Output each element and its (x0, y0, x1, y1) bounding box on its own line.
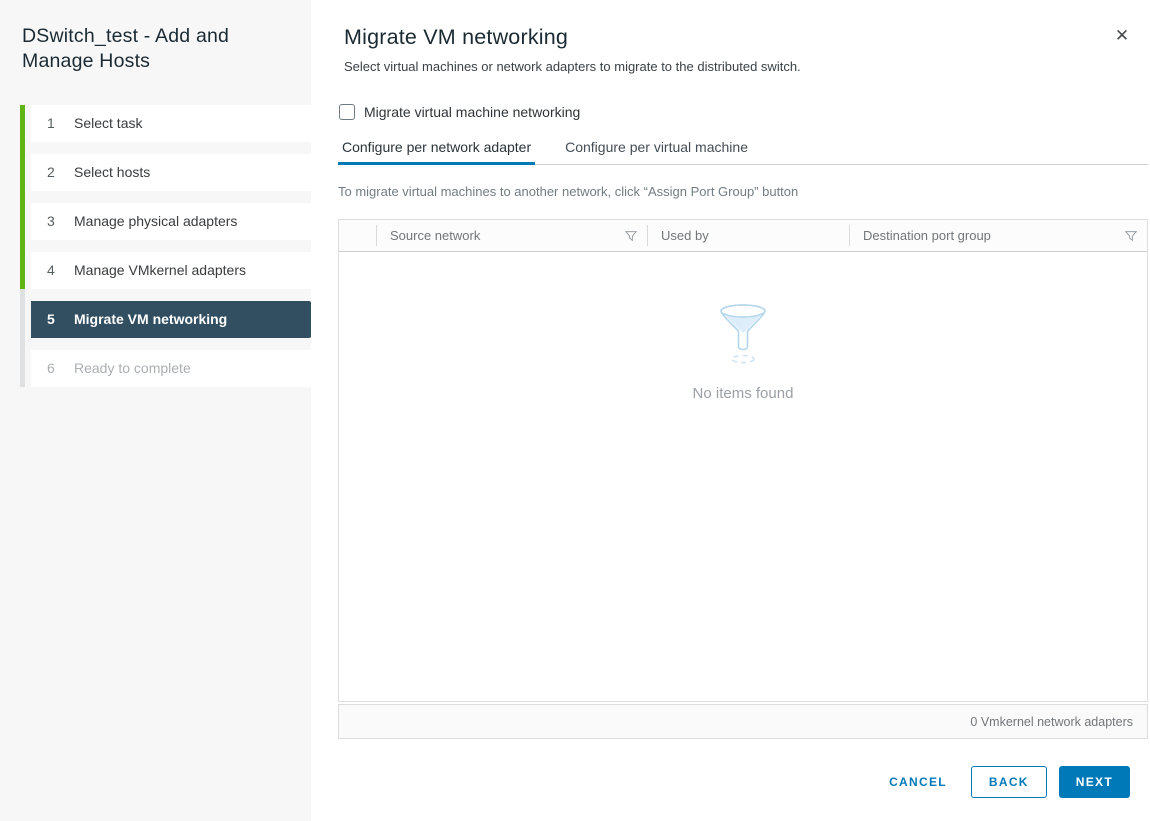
tab-configure-per-network-adapter[interactable]: Configure per network adapter (338, 139, 535, 165)
step-label: Manage physical adapters (74, 213, 237, 229)
step-label: Migrate VM networking (74, 311, 227, 327)
back-button[interactable]: BACK (971, 766, 1047, 798)
network-adapters-table: Source network Used by Destination port … (338, 219, 1148, 702)
step-number: 5 (47, 311, 61, 327)
page-subtitle: Select virtual machines or network adapt… (344, 59, 1150, 74)
tab-bar: Configure per network adapter Configure … (338, 139, 1148, 165)
step-number: 3 (47, 213, 61, 229)
table-header-row: Source network Used by Destination port … (339, 220, 1147, 252)
sidebar-step-manage-physical-adapters[interactable]: 3 Manage physical adapters (31, 203, 311, 240)
wizard-content: ✕ Migrate VM networking Select virtual m… (311, 0, 1150, 821)
empty-state: No items found (339, 302, 1147, 402)
next-button[interactable]: NEXT (1059, 766, 1130, 798)
step-number: 4 (47, 262, 61, 278)
table-header-used-by[interactable]: Used by (647, 220, 849, 251)
wizard-title: DSwitch_test - Add and Manage Hosts (0, 0, 311, 74)
sidebar-step-manage-vmkernel-adapters[interactable]: 4 Manage VMkernel adapters (31, 252, 311, 289)
migrate-networking-checkbox-label: Migrate virtual machine networking (364, 104, 580, 120)
step-label: Select hosts (74, 164, 150, 180)
step-label: Manage VMkernel adapters (74, 262, 246, 278)
table-header-destination-port-group[interactable]: Destination port group (849, 220, 1147, 251)
sidebar-step-ready-to-complete: 6 Ready to complete (31, 350, 311, 387)
page-title: Migrate VM networking (344, 25, 1150, 50)
migrate-networking-checkbox[interactable] (339, 104, 355, 120)
table-item-count: 0 Vmkernel network adapters (970, 715, 1133, 729)
wizard-actions: CANCEL BACK NEXT (311, 766, 1130, 798)
table-header-selector-column (339, 220, 376, 251)
empty-state-text: No items found (339, 385, 1147, 402)
step-label: Ready to complete (74, 360, 191, 376)
progress-rail-completed (20, 105, 25, 289)
empty-funnel-icon (718, 355, 768, 372)
table-body: No items found (339, 252, 1147, 701)
cancel-button[interactable]: CANCEL (877, 766, 959, 798)
sidebar-step-select-task[interactable]: 1 Select task (31, 105, 311, 142)
wizard-steps: 1 Select task 2 Select hosts 3 Manage ph… (0, 105, 311, 387)
sidebar-step-migrate-vm-networking[interactable]: 5 Migrate VM networking (31, 301, 311, 338)
close-icon[interactable]: ✕ (1110, 24, 1134, 48)
filter-icon[interactable] (625, 230, 637, 242)
step-number: 1 (47, 115, 61, 131)
migrate-networking-checkbox-row: Migrate virtual machine networking (339, 104, 1150, 120)
wizard-sidebar: DSwitch_test - Add and Manage Hosts 1 Se… (0, 0, 311, 821)
step-label: Select task (74, 115, 142, 131)
tab-configure-per-virtual-machine[interactable]: Configure per virtual machine (561, 139, 752, 165)
sidebar-step-select-hosts[interactable]: 2 Select hosts (31, 154, 311, 191)
table-footer: 0 Vmkernel network adapters (338, 704, 1148, 739)
step-number: 2 (47, 164, 61, 180)
table-header-source-network[interactable]: Source network (376, 220, 647, 251)
step-number: 6 (47, 360, 61, 376)
filter-icon[interactable] (1125, 230, 1137, 242)
migration-hint-text: To migrate virtual machines to another n… (338, 184, 1150, 199)
progress-rail-remaining (20, 289, 25, 387)
